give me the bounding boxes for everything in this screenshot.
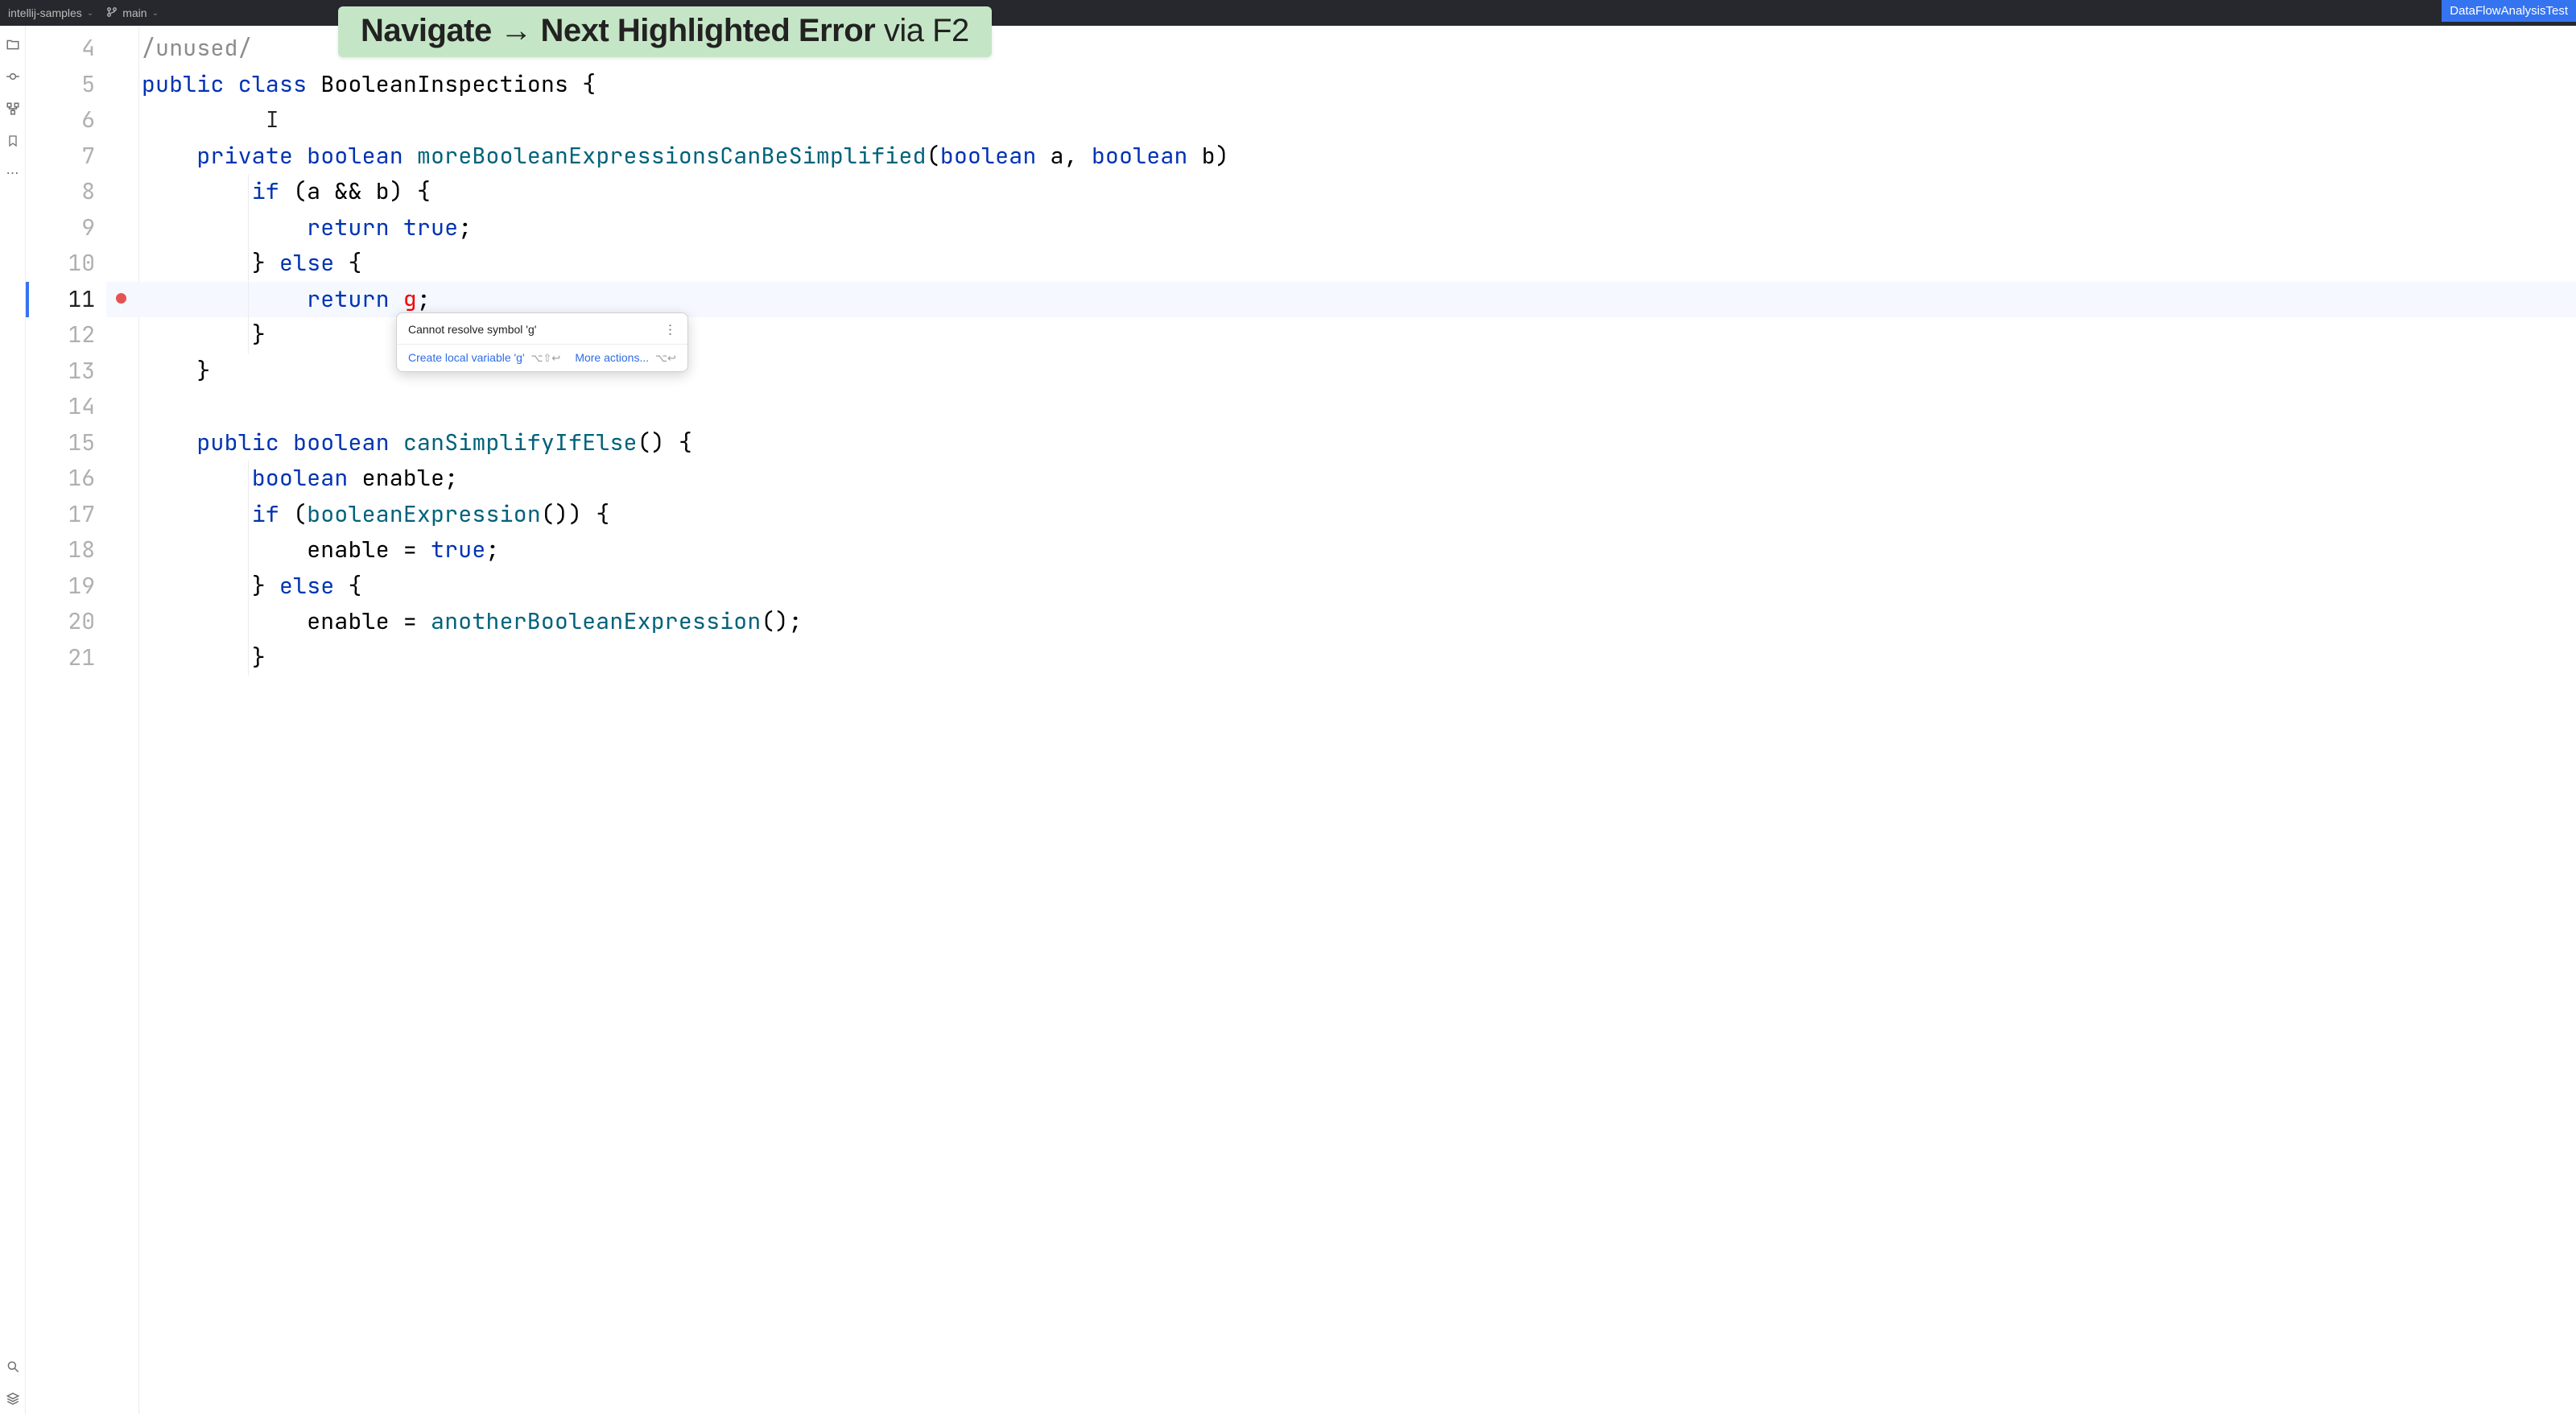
- code-line: public boolean canSimplifyIfElse() {: [106, 425, 2576, 461]
- code-line: enable = anotherBooleanExpression();: [106, 604, 2576, 640]
- line-number: 18: [26, 532, 106, 568]
- tooltip-title: Cannot resolve symbol 'g': [408, 323, 536, 336]
- project-selector[interactable]: intellij-samples ⌄: [8, 6, 93, 19]
- text-caret: I: [266, 105, 279, 134]
- more-icon[interactable]: ⋯: [662, 324, 678, 336]
- code-line: } else {: [106, 246, 2576, 282]
- line-number: 19: [26, 568, 106, 605]
- code-line: [106, 389, 2576, 425]
- project-icon[interactable]: [6, 37, 20, 52]
- code-line: return true;: [106, 210, 2576, 246]
- code-line: public class BooleanInspections {: [106, 67, 2576, 103]
- project-name: intellij-samples: [8, 6, 82, 19]
- tip-bold2: Next Highlighted Error: [541, 13, 876, 48]
- line-number: 15: [26, 425, 106, 461]
- line-number: 5: [26, 67, 106, 103]
- branch-icon: [106, 6, 118, 20]
- bookmarks-icon[interactable]: [6, 134, 20, 148]
- error-tooltip: Cannot resolve symbol 'g' ⋯ Create local…: [396, 312, 688, 372]
- line-number: 8: [26, 174, 106, 210]
- quickfix-create-variable[interactable]: Create local variable 'g': [408, 351, 525, 364]
- tip-banner: Navigate → Next Highlighted Error via F2: [338, 6, 992, 57]
- branch-selector[interactable]: main ⌄: [106, 6, 159, 20]
- shortcut-label: ⌥⇧↩: [531, 352, 561, 364]
- line-number: 6: [26, 102, 106, 139]
- line-number: 10: [26, 246, 106, 282]
- commit-icon[interactable]: [6, 69, 20, 84]
- left-tool-rail: ⋯: [0, 26, 26, 1414]
- shortcut-label: ⌥↩: [655, 352, 676, 364]
- chevron-down-icon: ⌄: [152, 9, 159, 18]
- quickfix-more-actions[interactable]: More actions...: [575, 351, 649, 364]
- line-number: 16: [26, 461, 106, 497]
- tip-arrow: →: [500, 13, 532, 48]
- code-line: }: [106, 640, 2576, 676]
- file-badge[interactable]: DataFlowAnalysisTest: [2442, 0, 2576, 22]
- line-number: 12: [26, 317, 106, 354]
- code-line: if (a && b) {: [106, 174, 2576, 210]
- code-line: boolean enable;: [106, 461, 2576, 497]
- active-line-marker: [26, 282, 29, 318]
- editor[interactable]: 4 5 6 7 8 9 10 11 12 13 14 15 16 17 18 1…: [26, 26, 2576, 1414]
- code-line: I: [106, 102, 2576, 139]
- tip-rest: via F2: [875, 13, 969, 48]
- error-icon[interactable]: [116, 293, 126, 304]
- more-icon[interactable]: ⋯: [6, 166, 20, 180]
- line-number: 20: [26, 604, 106, 640]
- line-number: 13: [26, 354, 106, 390]
- code-area[interactable]: /unused/ public class BooleanInspections…: [106, 26, 2576, 1414]
- line-number: 21: [26, 640, 106, 676]
- error-symbol[interactable]: g: [403, 284, 417, 314]
- code-line: private boolean moreBooleanExpressionsCa…: [106, 139, 2576, 175]
- branch-name: main: [122, 6, 147, 19]
- tip-bold1: Navigate: [361, 13, 492, 48]
- line-number: 4: [26, 31, 106, 67]
- line-number: 9: [26, 210, 106, 246]
- code-line: enable = true;: [106, 532, 2576, 568]
- code-line: } else {: [106, 568, 2576, 605]
- layers-icon[interactable]: [6, 1391, 20, 1406]
- gutter: 4 5 6 7 8 9 10 11 12 13 14 15 16 17 18 1…: [26, 26, 106, 1414]
- code-line: if (booleanExpression()) {: [106, 497, 2576, 533]
- line-number: 11: [26, 282, 106, 318]
- line-number: 7: [26, 139, 106, 175]
- search-icon[interactable]: [6, 1359, 20, 1374]
- chevron-down-icon: ⌄: [87, 9, 93, 18]
- structure-icon[interactable]: [6, 101, 20, 116]
- line-number: 14: [26, 389, 106, 425]
- line-number: 17: [26, 497, 106, 533]
